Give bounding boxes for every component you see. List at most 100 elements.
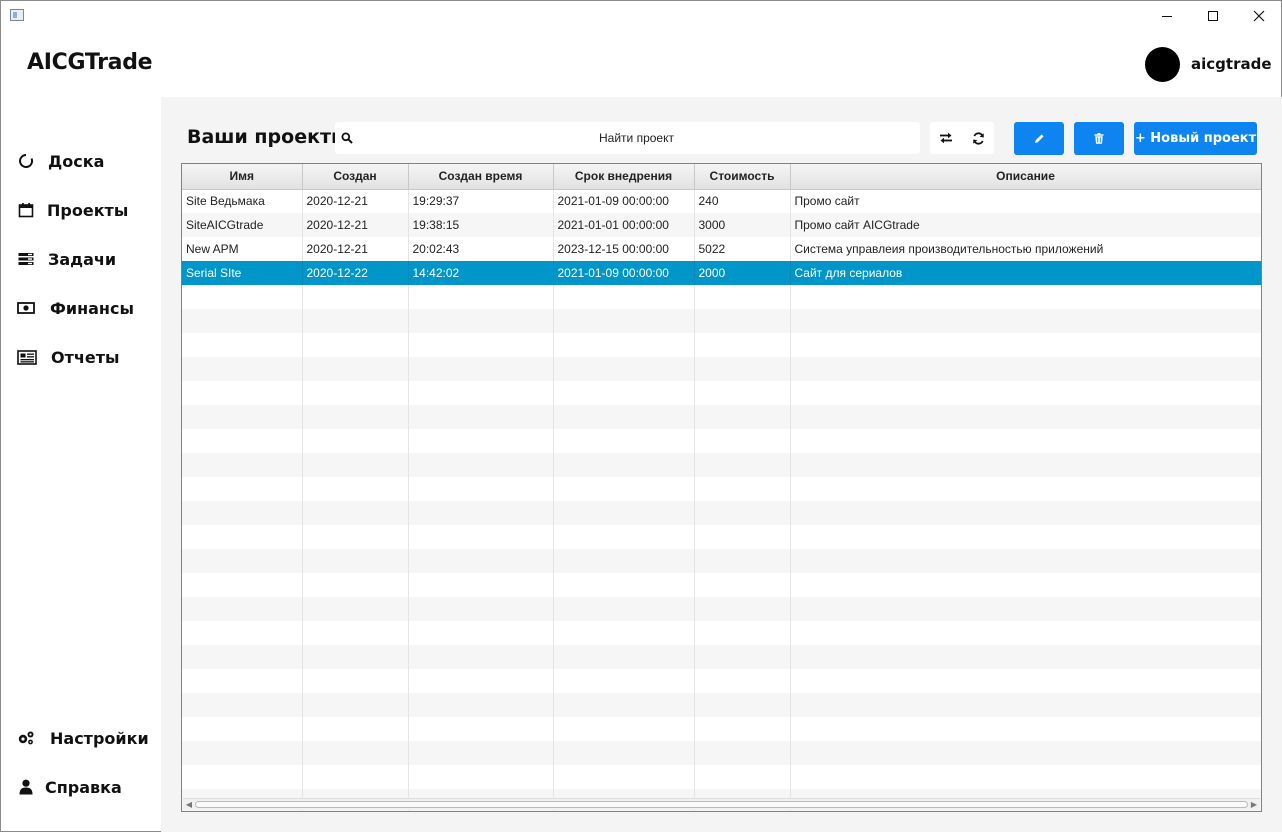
table-cell: Промо сайт [790,189,1261,213]
page-title: Ваши проекты [187,126,349,148]
sidebar-item-tasks[interactable]: Задачи [1,239,161,279]
empty-table-cell [182,597,303,621]
table-cell: 20:02:43 [408,237,554,261]
sidebar-item-projects[interactable]: Проекты [1,190,161,230]
table-cell: Site Ведьмака [182,189,303,213]
sidebar-item-reports[interactable]: Отчеты [1,337,161,377]
column-header-created[interactable]: Создан [302,164,409,190]
table-cell: New APM [182,237,303,261]
empty-table-cell [790,669,1261,693]
table-row-selected[interactable]: Serial SIte 2020-12-22 14:42:02 2021-01-… [182,261,1261,285]
empty-table-cell [182,357,303,381]
empty-table-row [182,285,1261,309]
title-bar [1,1,1281,31]
table-row[interactable]: Site Ведьмака 2020-12-21 19:29:37 2021-0… [182,189,1261,213]
sidebar-item-label: Настройки [50,728,149,748]
empty-table-cell [302,741,409,765]
close-button[interactable] [1236,1,1282,31]
empty-table-cell [302,405,409,429]
sidebar-item-label: Задачи [48,249,117,269]
empty-table-cell [302,549,409,573]
refresh-icon [972,131,984,145]
column-header-deadline[interactable]: Срок внедрения [553,164,695,190]
sidebar-item-dashboard[interactable]: Доска [1,141,161,181]
empty-table-cell [553,741,695,765]
column-header-description[interactable]: Описание [790,164,1261,190]
user-icon [17,778,35,796]
empty-table-cell [302,621,409,645]
empty-table-cell [408,717,554,741]
empty-table-row [182,333,1261,357]
empty-table-cell [790,525,1261,549]
sidebar-item-help[interactable]: Справка [1,767,161,807]
empty-table-cell [553,405,695,429]
scrollbar-thumb[interactable] [195,801,1248,808]
empty-table-cell [408,309,554,333]
app-window: AICGTrade aicgtrade Доска Проекты Задачи [0,0,1282,832]
swap-button[interactable] [930,122,962,154]
table-cell: Сайт для сериалов [790,261,1261,285]
table-cell: 2020-12-21 [302,189,409,213]
table-cell: 2020-12-21 [302,213,409,237]
empty-table-cell [408,669,554,693]
empty-table-row [182,765,1261,789]
empty-table-cell [182,525,303,549]
empty-table-cell [790,597,1261,621]
minimize-button[interactable] [1144,1,1190,31]
delete-button[interactable] [1074,122,1124,155]
scroll-right-icon[interactable]: ▶ [1249,799,1259,810]
table-row[interactable]: New APM 2020-12-21 20:02:43 2023-12-15 0… [182,237,1261,261]
column-header-name[interactable]: Имя [182,164,303,190]
maximize-button[interactable] [1190,1,1236,31]
empty-table-cell [182,717,303,741]
table-cell: Система управлеия производительностью пр… [790,237,1261,261]
avatar[interactable] [1145,47,1180,82]
table-cell: 2021-01-01 00:00:00 [553,213,695,237]
new-project-button[interactable]: + Новый проект [1134,122,1257,155]
column-header-cost[interactable]: Стоимость [694,164,791,190]
empty-table-cell [408,621,554,645]
empty-table-row [182,501,1261,525]
empty-table-cell [408,501,554,525]
empty-table-cell [302,453,409,477]
empty-table-cell [553,477,695,501]
empty-table-cell [182,333,303,357]
column-header-created-time[interactable]: Создан время [408,164,554,190]
empty-table-cell [694,693,791,717]
sidebar-item-label: Справка [45,777,122,797]
circle-refresh-icon [17,152,35,170]
table-cell: 14:42:02 [408,261,554,285]
empty-table-cell [182,741,303,765]
empty-table-row [182,621,1261,645]
empty-table-cell [790,549,1261,573]
empty-table-cell [302,501,409,525]
edit-button[interactable] [1014,122,1064,155]
sidebar-item-settings[interactable]: Настройки [1,718,161,758]
empty-table-cell [553,621,695,645]
empty-table-row [182,381,1261,405]
empty-table-row [182,597,1261,621]
empty-table-cell [408,429,554,453]
empty-table-cell [790,765,1261,789]
empty-table-cell [408,741,554,765]
empty-table-cell [553,573,695,597]
trash-icon [1094,133,1104,144]
empty-table-cell [790,501,1261,525]
table-cell: SiteAICGtrade [182,213,303,237]
empty-table-cell [408,477,554,501]
horizontal-scrollbar[interactable]: ◀ ▶ [183,798,1260,810]
empty-table-cell [790,717,1261,741]
empty-table-cell [302,429,409,453]
sidebar-item-finance[interactable]: Финансы [1,288,161,328]
refresh-button[interactable] [962,122,994,154]
empty-table-cell [694,357,791,381]
empty-table-cell [694,405,791,429]
table-row[interactable]: SiteAICGtrade 2020-12-21 19:38:15 2021-0… [182,213,1261,237]
pencil-icon [1034,134,1044,143]
empty-table-cell [302,693,409,717]
search-box[interactable] [335,122,920,154]
empty-table-cell [553,669,695,693]
search-input[interactable] [359,122,914,154]
scroll-left-icon[interactable]: ◀ [184,799,194,810]
empty-table-cell [302,669,409,693]
